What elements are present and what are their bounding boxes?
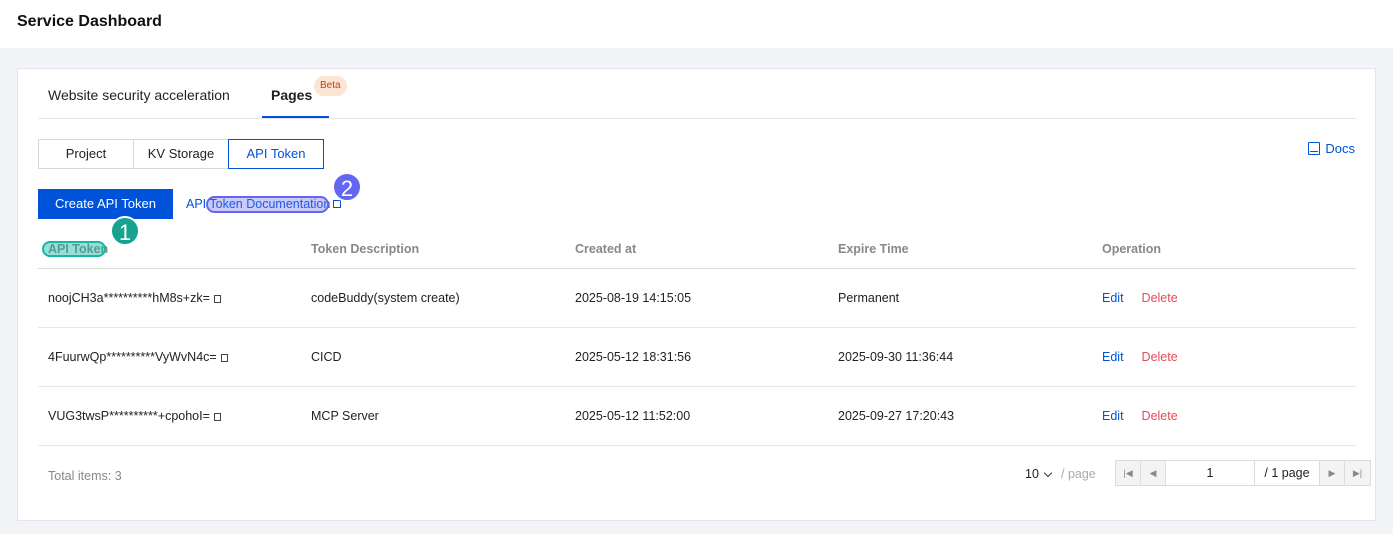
expire-cell: Permanent — [838, 291, 900, 305]
page-size-select[interactable]: 10 — [1025, 467, 1057, 481]
token-cell: 4FuurwQp**********VyWvN4c= — [48, 350, 228, 364]
subtab-api-token[interactable]: API Token — [228, 139, 324, 169]
page-title: Service Dashboard — [17, 13, 162, 30]
token-value: VUG3twsP**********+cpohoI= — [48, 409, 210, 423]
beta-badge: Beta — [314, 76, 347, 96]
created-cell: 2025-05-12 18:31:56 — [575, 350, 692, 364]
total-items-count: 3 — [114, 469, 122, 483]
main-card: Website security acceleration Pages Beta… — [17, 68, 1376, 521]
docs-label: Docs — [1325, 141, 1355, 156]
table-row: 4FuurwQp**********VyWvN4c= CICD 2025-05-… — [38, 328, 1356, 387]
copy-icon[interactable] — [213, 413, 221, 421]
prev-page-icon[interactable]: ◀ — [1141, 461, 1166, 485]
description-cell: MCP Server — [311, 409, 379, 423]
table-row: noojCH3a**********hM8s+zk= codeBuddy(sys… — [38, 269, 1356, 328]
first-page-icon[interactable]: |◀ — [1116, 461, 1141, 485]
delete-button[interactable]: Delete — [1142, 409, 1178, 423]
column-header-description: Token Description — [311, 242, 420, 256]
edit-button[interactable]: Edit — [1102, 350, 1124, 364]
total-items: Total items: 3 — [48, 469, 122, 483]
token-cell: VUG3twsP**********+cpohoI= — [48, 409, 221, 423]
delete-button[interactable]: Delete — [1142, 350, 1178, 364]
expire-cell: 2025-09-30 11:36:44 — [838, 350, 954, 364]
token-cell: noojCH3a**********hM8s+zk= — [48, 291, 221, 305]
edit-button[interactable]: Edit — [1102, 409, 1124, 423]
created-cell: 2025-08-19 14:15:05 — [575, 291, 692, 305]
annotation-highlight-1 — [42, 241, 106, 257]
last-page-icon[interactable]: ▶| — [1345, 461, 1370, 485]
subtab-kv-storage[interactable]: KV Storage — [133, 139, 229, 169]
tab-website-security-acceleration[interactable]: Website security acceleration — [48, 87, 230, 103]
edit-button[interactable]: Edit — [1102, 291, 1124, 305]
operation-cell: Edit Delete — [1102, 350, 1178, 364]
docs-link[interactable]: Docs — [1308, 141, 1355, 156]
expire-cell: 2025-09-27 17:20:43 — [838, 409, 955, 423]
book-icon — [1308, 142, 1321, 155]
chevron-down-icon — [1043, 468, 1053, 478]
create-api-token-button[interactable]: Create API Token — [38, 189, 173, 219]
table-row: VUG3twsP**********+cpohoI= MCP Server 20… — [38, 387, 1356, 446]
copy-icon[interactable] — [220, 354, 228, 362]
subtab-project[interactable]: Project — [38, 139, 134, 169]
next-page-icon[interactable]: ▶ — [1320, 461, 1345, 485]
table-header: API Token Token Description Created at E… — [38, 229, 1356, 269]
column-header-operation: Operation — [1102, 242, 1162, 256]
product-tabs: Website security acceleration Pages Beta — [38, 69, 1356, 119]
top-bar: Service Dashboard — [0, 0, 1393, 48]
total-pages: / 1 page — [1255, 461, 1320, 485]
total-items-label: Total items: — [48, 469, 112, 483]
annotation-marker-2: 2 — [332, 172, 362, 202]
operation-cell: Edit Delete — [1102, 409, 1178, 423]
tab-pages[interactable]: Pages — [271, 87, 312, 103]
external-link-icon — [333, 200, 342, 208]
pagination: |◀ ◀ / 1 page ▶ ▶| — [1115, 460, 1371, 486]
api-token-table: API Token Token Description Created at E… — [38, 229, 1356, 446]
created-cell: 2025-05-12 11:52:00 — [575, 409, 691, 423]
description-cell: CICD — [311, 350, 342, 364]
page-number-input[interactable] — [1166, 461, 1255, 485]
sub-tabs: Project KV Storage API Token — [38, 139, 324, 169]
annotation-highlight-2 — [206, 196, 329, 213]
page-size-unit: / page — [1061, 467, 1096, 481]
annotation-marker-1: 1 — [110, 216, 140, 246]
column-header-expire-time: Expire Time — [838, 242, 909, 256]
page-size-value: 10 — [1025, 467, 1039, 481]
description-cell: codeBuddy(system create) — [311, 291, 460, 305]
column-header-created-at: Created at — [575, 242, 637, 256]
token-value: noojCH3a**********hM8s+zk= — [48, 291, 210, 305]
copy-icon[interactable] — [213, 295, 221, 303]
active-tab-indicator — [262, 116, 329, 118]
operation-cell: Edit Delete — [1102, 291, 1178, 305]
delete-button[interactable]: Delete — [1142, 291, 1178, 305]
token-value: 4FuurwQp**********VyWvN4c= — [48, 350, 217, 364]
